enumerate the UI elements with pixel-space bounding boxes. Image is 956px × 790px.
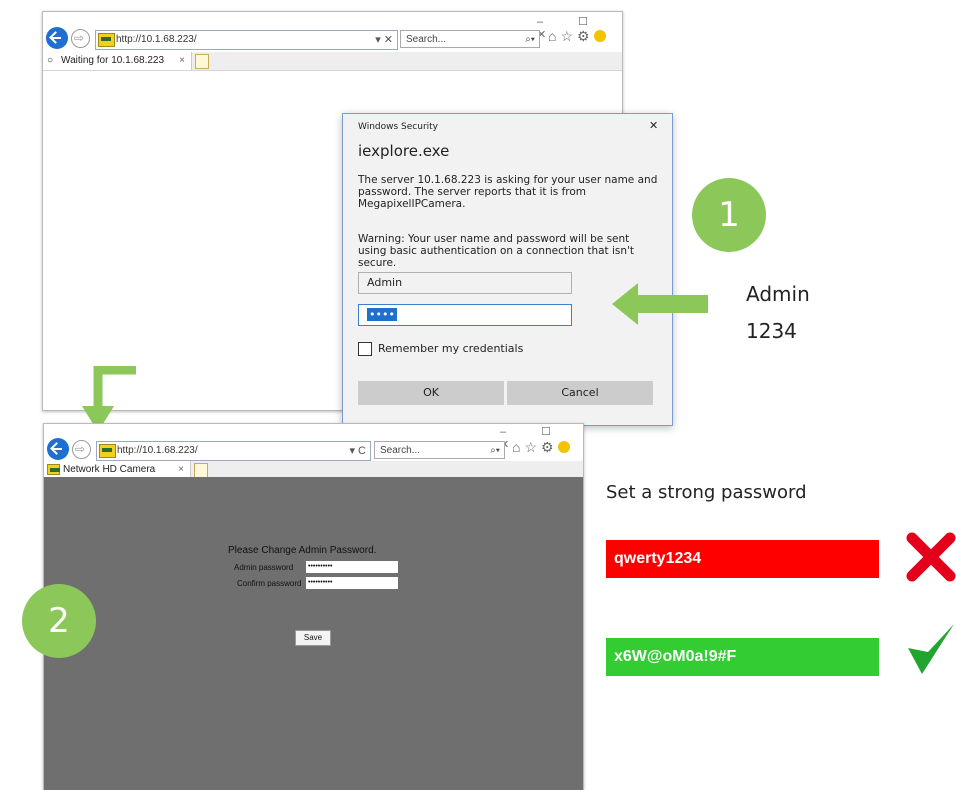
favorites-star-icon[interactable]: ☆ <box>524 439 541 455</box>
camera-page: Please Change Admin Password. Admin pass… <box>44 477 583 790</box>
dialog-close-icon[interactable]: ✕ <box>649 119 658 132</box>
credential-username: Admin <box>746 282 810 306</box>
change-password-heading: Please Change Admin Password. <box>228 545 377 556</box>
step-1-badge: 1 <box>692 178 766 252</box>
strong-password-title: Set a strong password <box>606 482 807 503</box>
address-text: http://10.1.68.223/ <box>116 34 197 45</box>
feedback-smiley-icon[interactable] <box>593 30 606 42</box>
dialog-titlebar: Windows Security <box>358 122 438 132</box>
forward-button[interactable] <box>72 440 91 459</box>
search-input[interactable]: Search... ⌕▾ <box>374 441 505 459</box>
favorites-star-icon[interactable]: ☆ <box>560 28 577 44</box>
search-icon[interactable]: ⌕▾ <box>490 442 500 460</box>
tab-close-icon[interactable]: × <box>178 461 184 478</box>
tab-favicon-icon <box>47 464 60 475</box>
tab-title: Network HD Camera <box>63 464 156 475</box>
settings-gear-icon[interactable]: ⚙ <box>541 439 558 455</box>
back-button[interactable] <box>46 27 68 49</box>
weak-password-example: qwerty1234 <box>606 540 879 578</box>
site-favicon-icon <box>98 33 115 47</box>
home-icon[interactable]: ⌂ <box>512 439 524 455</box>
tab-bar: ○ Waiting for 10.1.68.223 × <box>43 52 622 71</box>
address-bar[interactable]: http://10.1.68.223/ ▾ ✕ <box>95 30 398 50</box>
new-tab-icon[interactable] <box>195 54 209 69</box>
confirm-password-field[interactable]: •••••••••• <box>306 577 398 589</box>
search-placeholder: Search... <box>406 34 447 45</box>
remember-checkbox[interactable] <box>358 342 372 356</box>
admin-password-label: Admin password <box>234 563 294 572</box>
feedback-smiley-icon[interactable] <box>557 441 570 453</box>
address-bar[interactable]: http://10.1.68.223/ ▾ C <box>96 441 371 461</box>
ok-button[interactable]: OK <box>358 381 504 405</box>
browser-window-bottom: – ☐ ✕ http://10.1.68.223/ ▾ C Search... … <box>43 423 584 790</box>
step-2-badge: 2 <box>22 584 96 658</box>
admin-password-field[interactable]: •••••••••• <box>306 561 398 573</box>
search-icon[interactable]: ⌕▾ <box>525 31 535 49</box>
dialog-app-name: iexplore.exe <box>358 142 450 160</box>
cross-icon <box>906 532 956 582</box>
forward-button[interactable] <box>71 29 90 48</box>
strong-password-example: x6W@oM0a!9#F <box>606 638 879 676</box>
checkmark-icon <box>908 624 954 674</box>
address-actions[interactable]: ▾ C <box>349 442 366 460</box>
dialog-warning: Warning: Your user name and password wil… <box>358 233 635 269</box>
toolbar-icons: ⌂☆⚙ <box>548 28 606 45</box>
home-icon[interactable]: ⌂ <box>548 28 560 44</box>
dialog-message: The server 10.1.68.223 is asking for you… <box>358 174 658 210</box>
loading-icon: ○ <box>47 55 54 66</box>
cancel-button[interactable]: Cancel <box>507 381 653 405</box>
windows-security-dialog: Windows Security ✕ iexplore.exe The serv… <box>342 113 673 426</box>
toolbar-icons: ⌂☆⚙ <box>512 439 570 456</box>
settings-gear-icon[interactable]: ⚙ <box>577 28 594 44</box>
arrow-left-icon <box>612 283 708 325</box>
address-actions[interactable]: ▾ ✕ <box>375 31 393 49</box>
password-selected-text: •••• <box>367 308 397 321</box>
site-favicon-icon <box>99 444 116 458</box>
password-field[interactable]: •••• <box>358 304 572 326</box>
address-text: http://10.1.68.223/ <box>117 445 198 456</box>
search-input[interactable]: Search... ⌕▾ <box>400 30 540 48</box>
save-button[interactable]: Save <box>295 630 331 646</box>
tab-title: Waiting for 10.1.68.223 <box>61 55 165 66</box>
new-tab-icon[interactable] <box>194 463 208 478</box>
search-placeholder: Search... <box>380 445 421 456</box>
tab-waiting[interactable]: ○ Waiting for 10.1.68.223 × <box>43 52 192 70</box>
tab-close-icon[interactable]: × <box>179 52 185 69</box>
confirm-password-label: Confirm password <box>237 579 302 588</box>
remember-label: Remember my credentials <box>378 342 524 355</box>
credential-password: 1234 <box>746 319 797 343</box>
username-field[interactable]: Admin <box>358 272 572 294</box>
back-button[interactable] <box>47 438 69 460</box>
